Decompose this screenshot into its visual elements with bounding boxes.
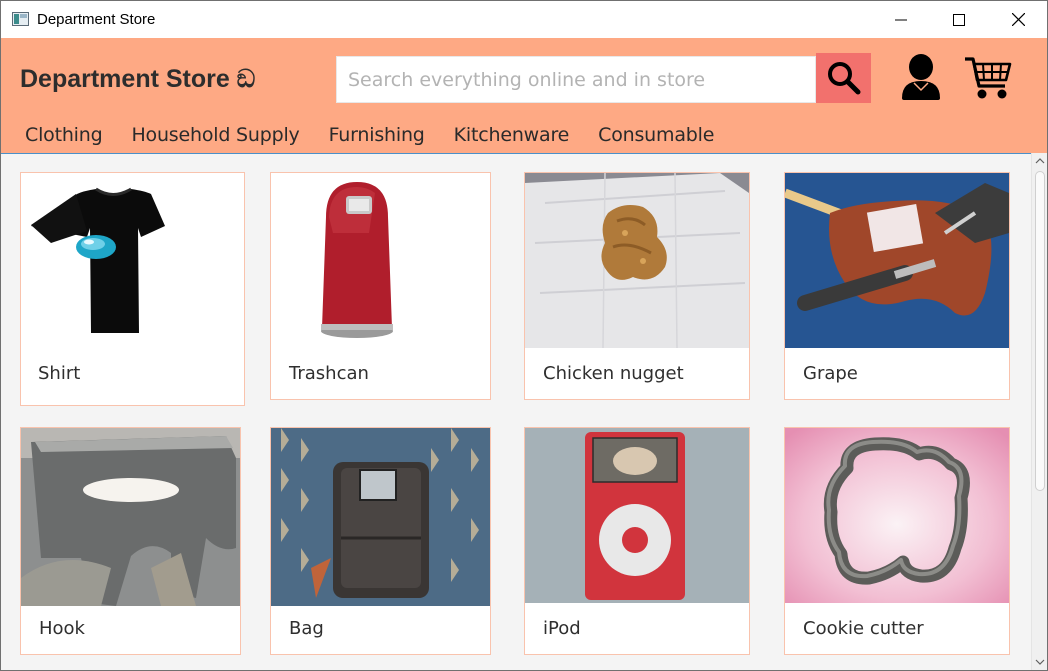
- ipod-image: [525, 428, 749, 603]
- search-button[interactable]: [816, 53, 871, 103]
- store-header: Department Store ඞ Search everything onl…: [1, 38, 1047, 153]
- cart-icon: [965, 57, 1012, 99]
- cookie-cutter-image: [785, 428, 1009, 603]
- maximize-button[interactable]: [930, 1, 988, 38]
- product-card-bag[interactable]: Bag: [270, 427, 491, 655]
- nav-item-furnishing[interactable]: Furnishing: [329, 124, 425, 146]
- trashcan-image: [271, 173, 490, 348]
- product-label: Bag: [289, 618, 324, 639]
- maximize-icon: [953, 13, 965, 26]
- product-label: iPod: [543, 618, 581, 639]
- product-label: Hook: [39, 618, 85, 639]
- close-button[interactable]: [989, 1, 1047, 38]
- bag-image: [271, 428, 490, 606]
- shirt-image: [21, 173, 244, 343]
- account-button[interactable]: [898, 52, 944, 102]
- scrollbar-thumb[interactable]: [1035, 171, 1045, 491]
- minimize-icon: [895, 19, 907, 20]
- product-label: Cookie cutter: [803, 618, 924, 639]
- product-label: Grape: [803, 363, 858, 384]
- product-card-trashcan[interactable]: Trashcan: [270, 172, 491, 400]
- hook-image: [21, 428, 240, 606]
- user-icon: [902, 54, 940, 100]
- app-window: Department Store Department Store ඞ Sear…: [0, 0, 1048, 671]
- window-title: Department Store: [37, 11, 156, 28]
- product-card-shirt[interactable]: Shirt: [20, 172, 245, 406]
- product-card-chicken-nugget[interactable]: Chicken nugget: [524, 172, 750, 400]
- nav-item-household-supply[interactable]: Household Supply: [131, 124, 299, 146]
- vertical-scrollbar[interactable]: [1031, 153, 1047, 670]
- product-card-hook[interactable]: Hook: [20, 427, 241, 655]
- chicken-nugget-image: [525, 173, 749, 348]
- nav-item-consumable[interactable]: Consumable: [598, 124, 714, 146]
- scroll-down-icon[interactable]: [1035, 657, 1045, 667]
- minimize-button[interactable]: [872, 1, 930, 38]
- search-input[interactable]: [336, 56, 816, 103]
- scroll-up-icon[interactable]: [1035, 156, 1045, 166]
- product-card-ipod[interactable]: iPod: [524, 427, 750, 655]
- store-brand: Department Store ඞ: [20, 65, 256, 93]
- grape-image: [785, 173, 1009, 348]
- product-card-cookie-cutter[interactable]: Cookie cutter: [784, 427, 1010, 655]
- product-card-grape[interactable]: Grape: [784, 172, 1010, 400]
- product-label: Shirt: [38, 363, 81, 384]
- category-nav: Clothing Household Supply Furnishing Kit…: [25, 124, 743, 146]
- search-icon: [827, 62, 860, 95]
- nav-item-kitchenware[interactable]: Kitchenware: [454, 124, 570, 146]
- nav-item-clothing[interactable]: Clothing: [25, 124, 103, 146]
- product-label: Chicken nugget: [543, 363, 684, 384]
- cart-button[interactable]: [963, 54, 1013, 102]
- title-bar: Department Store: [1, 1, 1047, 38]
- close-icon: [1011, 13, 1025, 26]
- product-grid: Shirt Trashcan Chicken nugget Grape Hook…: [1, 153, 1047, 670]
- product-label: Trashcan: [289, 363, 369, 384]
- window-app-icon: [12, 12, 29, 26]
